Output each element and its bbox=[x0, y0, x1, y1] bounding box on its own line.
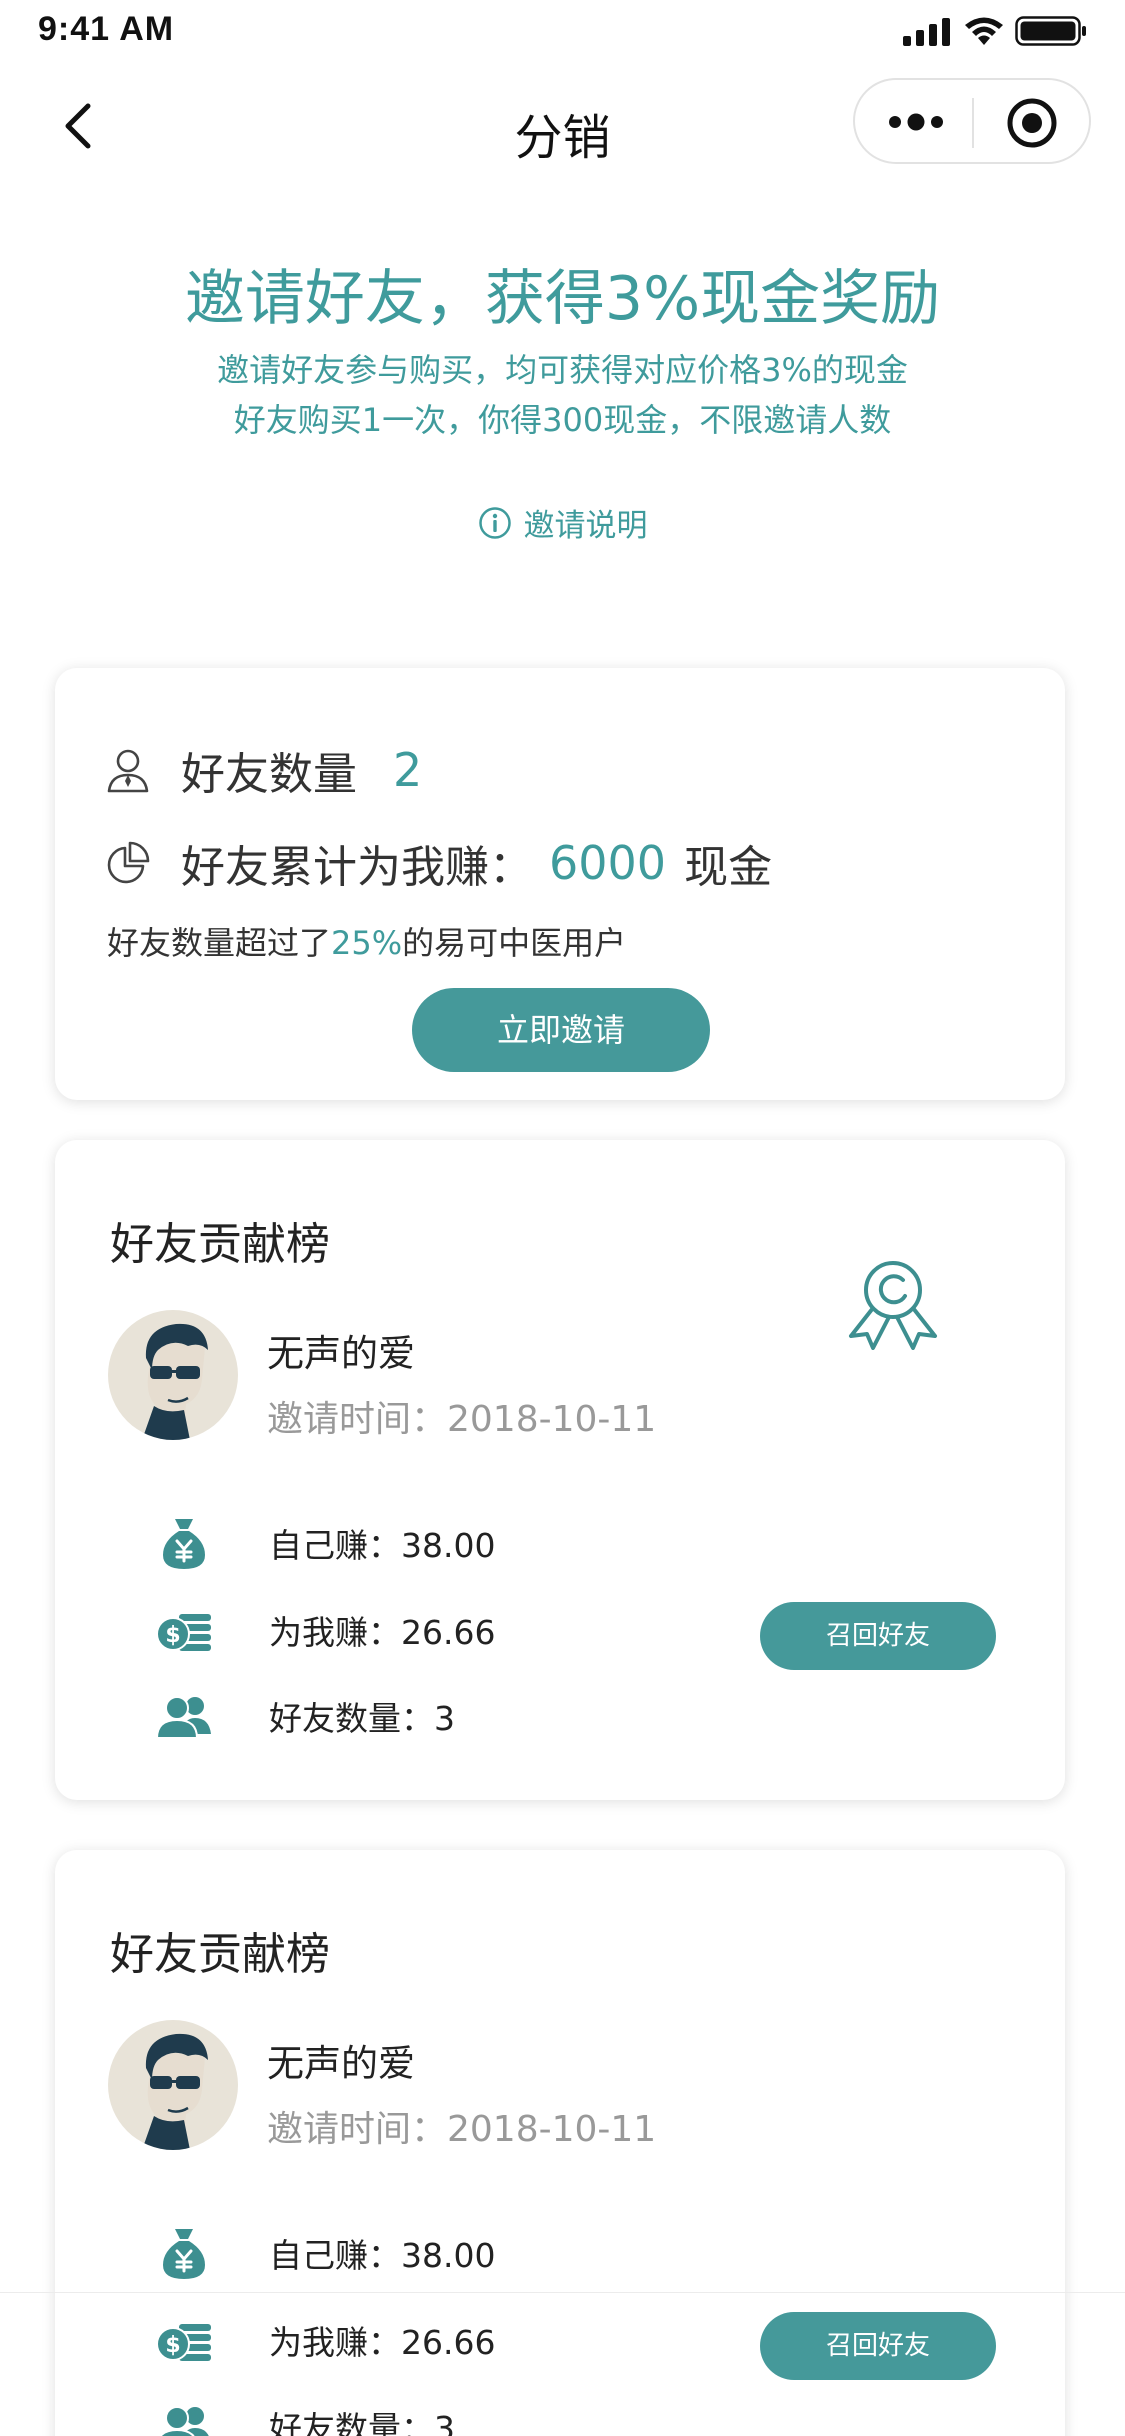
total-earnings-row: 好友累计为我赚： 6000 现金 bbox=[105, 831, 772, 895]
svg-text:$: $ bbox=[165, 2333, 180, 2358]
ranking-note-percent: 25% bbox=[331, 924, 403, 962]
medal-icon bbox=[849, 1261, 937, 1350]
users-icon bbox=[155, 1696, 211, 1739]
status-bar: 9:41 AM bbox=[0, 0, 1125, 62]
status-time: 9:41 AM bbox=[38, 10, 175, 48]
friend-count-value: 2 bbox=[393, 743, 423, 797]
invite-time: 邀请时间：2018-10-11 bbox=[267, 2109, 657, 2150]
pie-chart-icon bbox=[107, 841, 150, 884]
contribution-card: 好友贡献榜 无声的爱 邀请时间：2018-10-11 自己赚：38.00 $ 为… bbox=[55, 1140, 1065, 1800]
ranking-note-suffix: 的易可中医用户 bbox=[402, 924, 627, 962]
self-earn-text: 自己赚：38.00 bbox=[269, 2236, 496, 2275]
earn-for-me-text: 为我赚：26.66 bbox=[269, 1613, 496, 1652]
avatar bbox=[108, 1310, 238, 1440]
self-earn-row: 自己赚：38.00 bbox=[155, 1515, 495, 1571]
more-dots-icon[interactable] bbox=[885, 102, 947, 142]
friend-count-stat-text: 好友数量：3 bbox=[269, 2409, 455, 2436]
contribution-card: 好友贡献榜 无声的爱 邀请时间：2018-10-11 自己赚：38.00 $ 为… bbox=[55, 1850, 1065, 2436]
friend-name: 无声的爱 bbox=[267, 1332, 415, 1375]
svg-text:$: $ bbox=[165, 1623, 180, 1648]
users-icon bbox=[159, 2406, 209, 2436]
hero-description-2: 好友购买1一次，你得300现金，不限邀请人数 bbox=[233, 401, 892, 439]
coins-cash-icon: $ bbox=[156, 1614, 211, 1651]
nav-bar: 分销 bbox=[0, 62, 1125, 186]
friend-count-label: 好友数量 bbox=[181, 749, 357, 800]
money-bag-icon bbox=[163, 1519, 205, 1569]
friend-count-stat-row: 好友数量：3 bbox=[155, 1688, 455, 1744]
earn-for-me-text: 为我赚：26.66 bbox=[269, 2323, 496, 2362]
invite-help-label: 邀请说明 bbox=[523, 508, 648, 544]
contribution-title: 好友贡献榜 bbox=[110, 1219, 330, 1270]
contribution-title: 好友贡献榜 bbox=[110, 1929, 330, 1980]
invite-help-link[interactable]: 邀请说明 bbox=[0, 500, 1125, 545]
earn-for-me-row: $ 为我赚：26.66 bbox=[155, 1602, 495, 1658]
info-icon bbox=[478, 506, 511, 539]
ranking-note: 好友数量超过了25%的易可中医用户 bbox=[107, 918, 626, 964]
friend-count-stat-text: 好友数量：3 bbox=[269, 1699, 455, 1738]
recall-friend-button[interactable]: 召回好友 bbox=[760, 2312, 996, 2380]
capsule-divider bbox=[972, 98, 974, 148]
target-close-icon[interactable] bbox=[1005, 96, 1059, 150]
friend-name: 无声的爱 bbox=[267, 2042, 415, 2085]
total-earnings-value: 6000 bbox=[549, 836, 667, 890]
hero-description-1: 邀请好友参与购买，均可获得对应价格3%的现金 bbox=[217, 351, 908, 389]
total-earnings-unit: 现金 bbox=[684, 842, 773, 893]
invite-time: 邀请时间：2018-10-11 bbox=[267, 1399, 657, 1440]
mini-program-capsule bbox=[853, 78, 1091, 164]
earn-for-me-row: $ 为我赚：26.66 bbox=[155, 2312, 495, 2368]
battery-icon bbox=[1015, 16, 1086, 46]
total-earnings-label: 好友累计为我赚： bbox=[181, 842, 533, 893]
summary-card: 好友数量 2 好友累计为我赚： 6000 现金 好友数量超过了25%的易可中医用… bbox=[55, 668, 1065, 1100]
friend-count-row: 好友数量 2 bbox=[105, 738, 422, 802]
recall-friend-button[interactable]: 召回好友 bbox=[760, 1602, 996, 1670]
money-bag-icon bbox=[163, 2229, 205, 2279]
person-icon bbox=[107, 749, 149, 793]
ranking-note-prefix: 好友数量超过了 bbox=[107, 924, 332, 962]
status-icons bbox=[903, 14, 1087, 48]
coins-cash-icon: $ bbox=[156, 2324, 211, 2361]
invite-now-button[interactable]: 立即邀请 bbox=[412, 988, 710, 1072]
friend-count-stat-row: 好友数量：3 bbox=[155, 2398, 455, 2436]
wifi-icon bbox=[965, 17, 1003, 45]
signal-icon bbox=[903, 18, 950, 46]
self-earn-row: 自己赚：38.00 bbox=[155, 2225, 495, 2281]
self-earn-text: 自己赚：38.00 bbox=[269, 1526, 496, 1565]
avatar bbox=[108, 2020, 238, 2150]
hero-title: 邀请好友，获得3%现金奖励 bbox=[184, 264, 941, 334]
bottom-divider bbox=[0, 2292, 1125, 2293]
